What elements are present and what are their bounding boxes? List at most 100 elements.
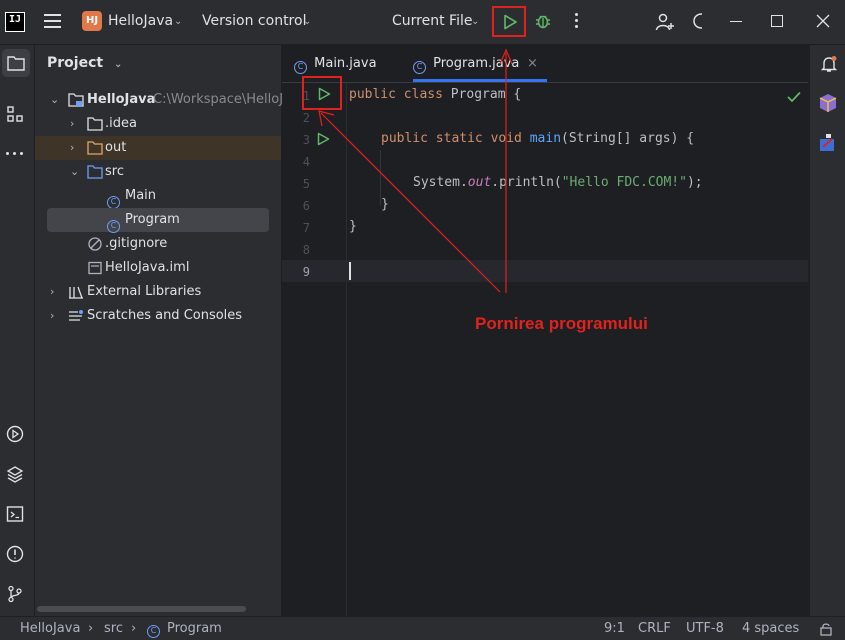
code-line-3[interactable]: public static void main(String[] args) {: [381, 131, 694, 146]
breadcrumb-hellojava[interactable]: HelloJava: [20, 621, 80, 636]
line-number: 4: [302, 155, 310, 169]
tree-label: HelloJava.iml: [105, 260, 190, 275]
close-tab-icon[interactable]: ×: [527, 45, 538, 82]
plugin-icon[interactable]: [818, 93, 838, 113]
git-icon[interactable]: [6, 585, 24, 603]
close-icon[interactable]: [816, 14, 830, 28]
horizontal-scrollbar[interactable]: [37, 606, 246, 612]
structure-icon[interactable]: [6, 105, 24, 123]
code-text: System.: [413, 175, 468, 190]
tree-item-hellojava[interactable]: ⌄ HelloJava C:\Workspace\HelloJ: [35, 88, 284, 112]
tree-label: Program: [125, 212, 180, 227]
project-selector[interactable]: HJ HelloJava ⌄: [82, 11, 186, 33]
chevron-right-icon: ›: [70, 141, 75, 154]
project-name: HelloJava: [108, 13, 174, 29]
line-number: 6: [302, 199, 310, 213]
code-keyword: public class: [349, 87, 443, 102]
tree-item-external-libraries[interactable]: › External Libraries: [35, 280, 281, 304]
more-tools-icon[interactable]: [6, 152, 26, 156]
chevron-down-icon: ⌄: [50, 93, 60, 106]
tree-path: C:\Workspace\HelloJ: [153, 92, 284, 107]
project-panel-header[interactable]: Project ⌄: [47, 55, 122, 71]
add-user-icon[interactable]: [655, 12, 675, 32]
ai-assistant-icon[interactable]: [818, 133, 838, 153]
line-number: 7: [302, 221, 310, 235]
editor-tabs: C Main.java C Program.java ×: [282, 45, 808, 83]
app-logo[interactable]: IJ: [5, 12, 25, 32]
menu-icon[interactable]: [44, 13, 62, 29]
ignore-file-icon: [88, 237, 102, 251]
gutter-run-main-button[interactable]: [316, 132, 330, 146]
problems-icon[interactable]: [6, 545, 24, 563]
breadcrumb-program[interactable]: Program: [167, 621, 222, 636]
chevron-down-icon: ⌄: [113, 59, 123, 70]
project-panel-title: Project: [47, 55, 104, 71]
tab-label: Main.java: [314, 56, 377, 71]
tree-item-out[interactable]: › out: [35, 136, 281, 160]
status-bar: HelloJava › src › C Program 9:1 CRLF UTF…: [0, 616, 845, 640]
inspection-ok-icon[interactable]: [787, 91, 801, 103]
folder-icon: [87, 141, 103, 155]
class-icon: C: [413, 58, 426, 74]
terminal-icon[interactable]: [6, 505, 24, 523]
indent-setting[interactable]: 4 spaces: [742, 621, 799, 636]
tree-item-main[interactable]: C Main: [35, 184, 281, 209]
run-button[interactable]: [492, 6, 526, 37]
code-text: Program {: [442, 87, 522, 102]
code-text: );: [686, 175, 703, 190]
libraries-icon: [69, 286, 83, 299]
refresh-icon[interactable]: [692, 12, 706, 30]
tree-item-iml[interactable]: HelloJava.iml: [35, 256, 281, 280]
more-vert-icon[interactable]: [575, 13, 579, 31]
app-logo-text: IJ: [9, 14, 22, 25]
code-line-7[interactable]: }: [349, 219, 357, 234]
chevron-down-icon: ⌄: [174, 16, 183, 27]
tree-item-src[interactable]: ⌄ src: [35, 160, 281, 184]
tree-label: External Libraries: [87, 284, 202, 299]
tree-label: .idea: [105, 116, 137, 131]
chevron-right-icon: ›: [50, 285, 55, 298]
caret-position[interactable]: 9:1: [604, 621, 625, 636]
breadcrumb-src[interactable]: src: [104, 621, 123, 636]
file-encoding[interactable]: UTF-8: [686, 621, 724, 636]
gutter-separator: [346, 83, 347, 616]
chevron-right-icon: ›: [70, 117, 75, 130]
tree-item-program[interactable]: C Program: [47, 208, 269, 233]
line-separator[interactable]: CRLF: [638, 621, 671, 636]
tree-item-idea[interactable]: › .idea: [35, 112, 281, 136]
minimize-icon[interactable]: [730, 21, 742, 22]
notifications-icon[interactable]: [820, 55, 838, 73]
code-keyword: public static void: [381, 131, 522, 146]
lock-icon[interactable]: [820, 622, 832, 636]
code-line-1[interactable]: public class Program {: [349, 87, 521, 102]
chevron-right-icon: ›: [50, 309, 55, 322]
gutter-run-class-button[interactable]: [302, 76, 342, 110]
project-panel: Project ⌄ ⌄ HelloJava C:\Workspace\Hello…: [35, 45, 284, 616]
debug-icon[interactable]: [534, 12, 552, 30]
run-config-label: Current File: [392, 13, 473, 29]
breadcrumb-separator: ›: [131, 621, 137, 636]
tree-label: Scratches and Consoles: [87, 308, 243, 323]
code-line-6[interactable]: }: [381, 197, 389, 212]
left-tool-strip: [0, 45, 35, 616]
layers-icon[interactable]: [6, 465, 24, 483]
class-icon: C: [294, 58, 307, 74]
line-number: 2: [302, 111, 310, 125]
tree-item-scratches[interactable]: › Scratches and Consoles: [35, 304, 281, 328]
project-tool-button[interactable]: [2, 49, 30, 77]
services-icon[interactable]: [6, 425, 24, 443]
tree-label: HelloJava: [87, 92, 156, 107]
maximize-icon[interactable]: [771, 15, 783, 27]
version-control-menu[interactable]: Version control ⌄: [202, 11, 314, 33]
tree-label: .gitignore: [105, 236, 168, 251]
folder-icon: [87, 117, 103, 131]
run-config-selector[interactable]: Current File ⌄: [392, 11, 484, 33]
code-line-5[interactable]: System.out.println("Hello FDC.COM!");: [413, 175, 703, 190]
code-string: "Hello FDC.COM!": [561, 175, 687, 190]
tree-label: src: [105, 164, 124, 179]
code-field: out: [467, 175, 492, 190]
folder-icon: [7, 56, 25, 71]
tab-program-java[interactable]: C Program.java ×: [413, 45, 547, 82]
chevron-down-icon: ⌄: [471, 16, 480, 27]
tree-item-gitignore[interactable]: .gitignore: [35, 232, 281, 256]
